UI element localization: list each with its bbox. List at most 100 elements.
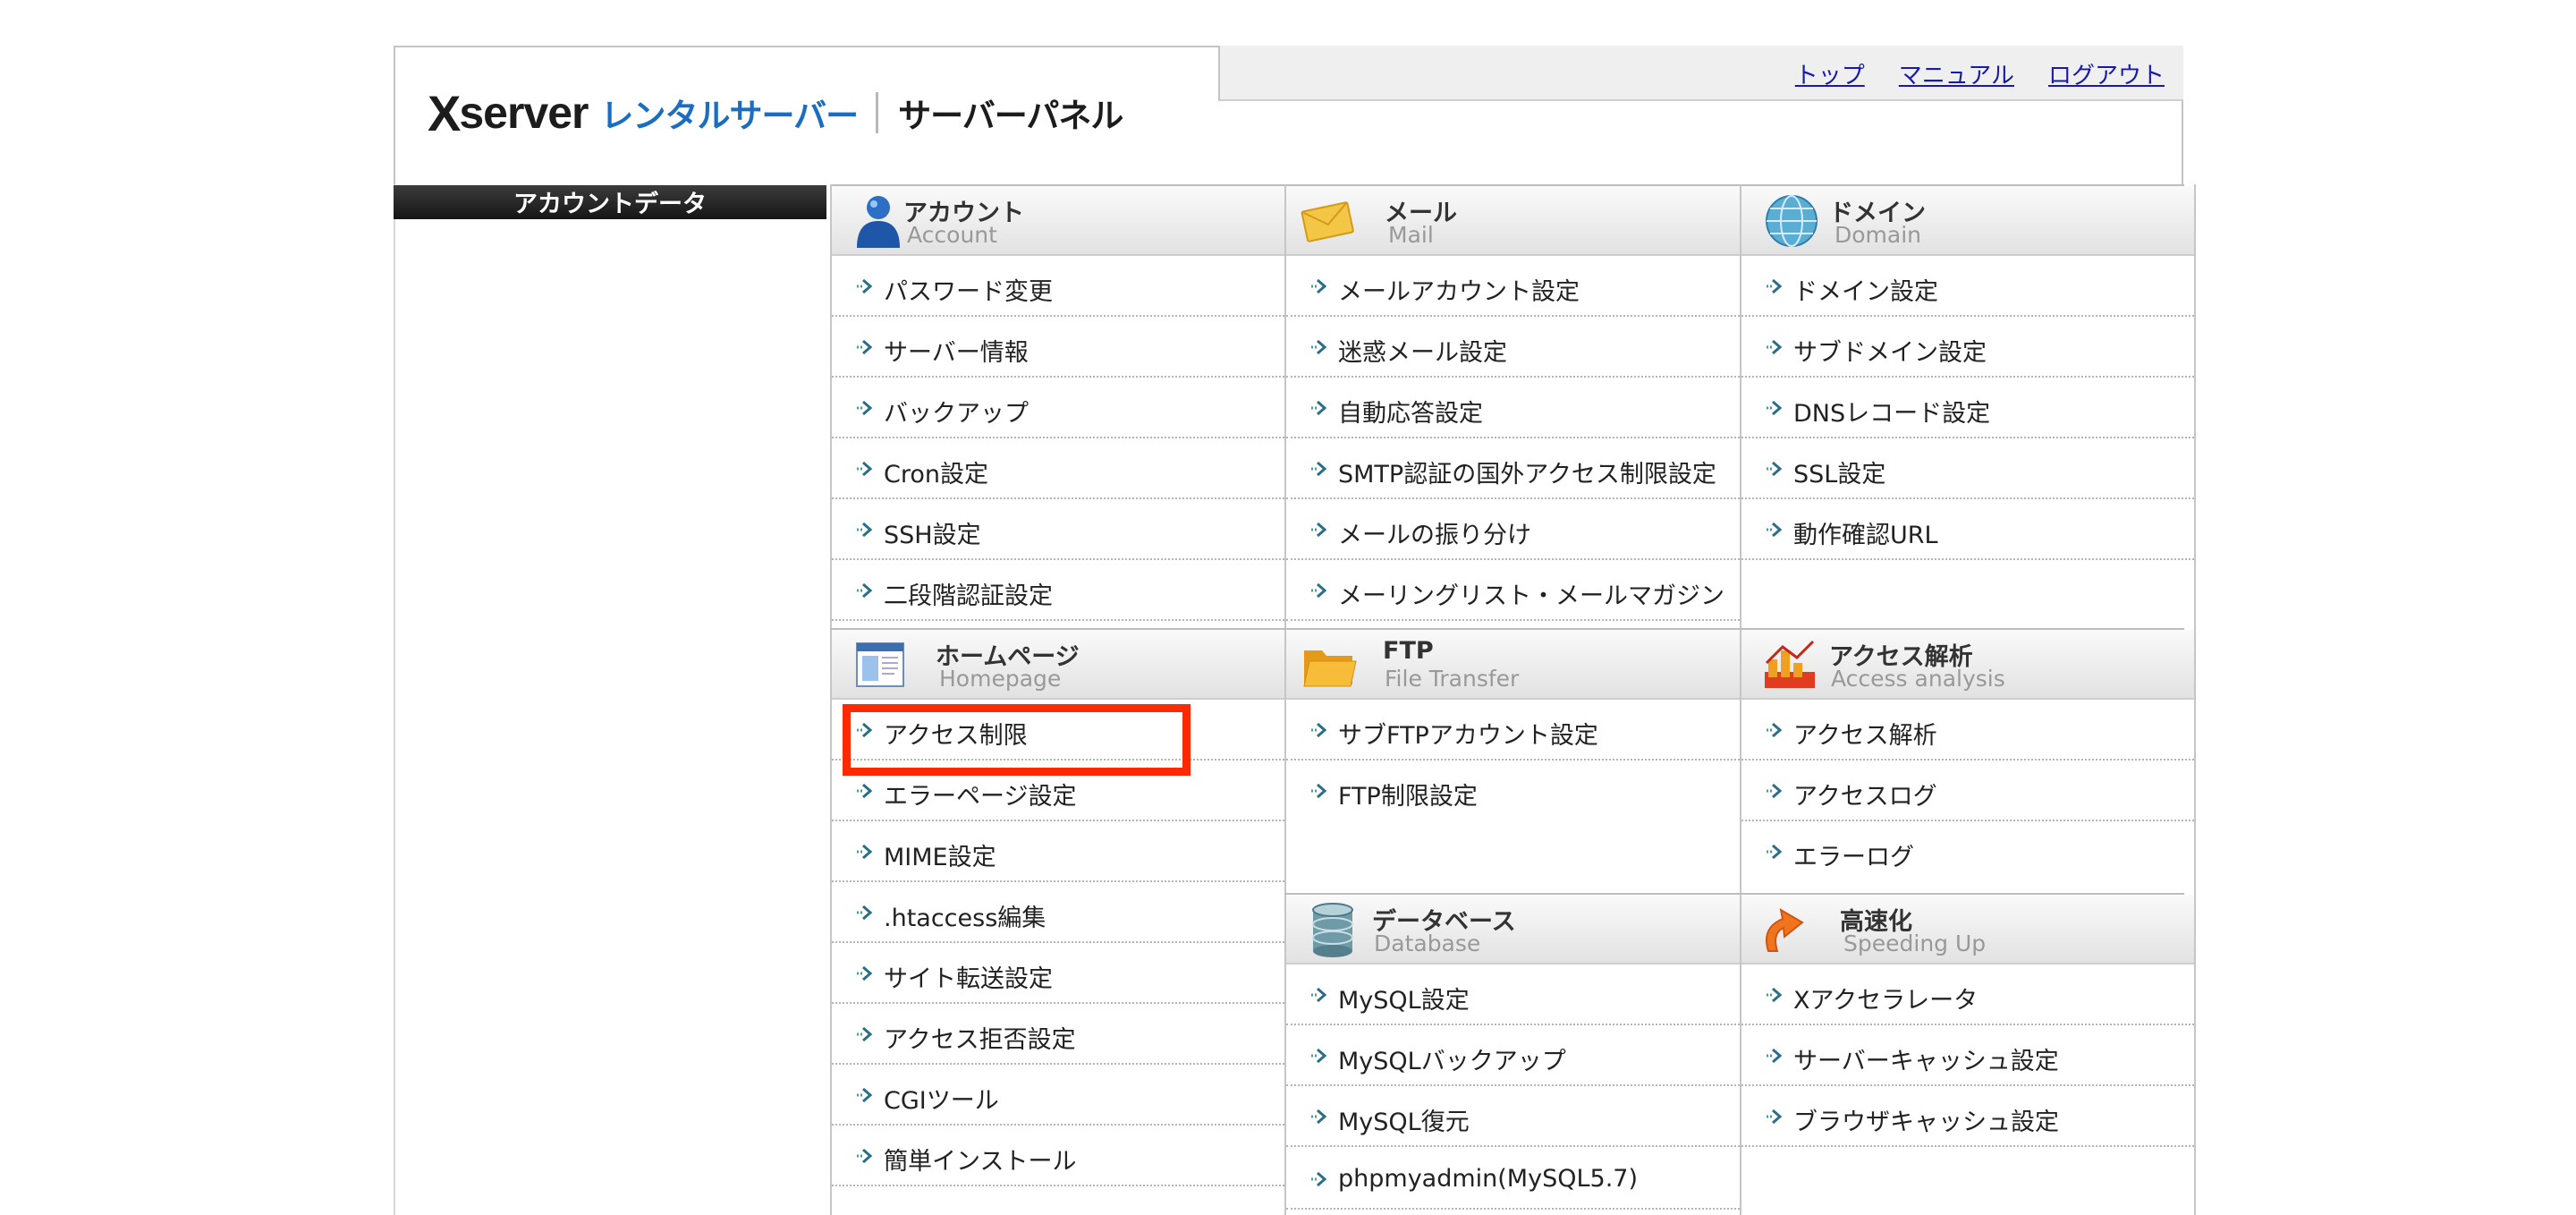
menu-item-label: メールの振り分け <box>1338 522 1531 549</box>
menu-item-label: ドメイン設定 <box>1793 278 1938 306</box>
arrow-icon <box>1767 844 1783 860</box>
arrow-icon <box>857 1026 873 1042</box>
menu-item-label: エラーログ <box>1793 844 1914 871</box>
menu-item-browser-cache[interactable]: ブラウザキャッシュ設定 <box>1741 1086 2194 1147</box>
menu-item-ssh[interactable]: SSH設定 <box>832 499 1284 560</box>
menu-item-label: Cron設定 <box>884 461 988 489</box>
menu-item-mysql-settings[interactable]: MySQL設定 <box>1286 964 1740 1025</box>
arrow-icon <box>1767 339 1783 355</box>
arrow-icon <box>857 965 873 981</box>
menu-item-access-analysis[interactable]: アクセス解析 <box>1741 700 2194 760</box>
menu-item-cgi-tools[interactable]: CGIツール <box>832 1065 1284 1126</box>
menu-item-label: 迷惑メール設定 <box>1338 339 1507 367</box>
arrow-icon <box>1311 522 1327 538</box>
logo-server-panel: サーバーパネル <box>898 97 1123 135</box>
menu-item-label: SSH設定 <box>884 522 981 549</box>
menu-item-mail-filter[interactable]: メールの振り分け <box>1286 499 1740 560</box>
section-access-analysis-header: アクセス解析 Access analysis <box>1741 630 2194 700</box>
menu-item-mime[interactable]: MIME設定 <box>832 821 1284 882</box>
menu-item-label: MIME設定 <box>884 844 996 871</box>
menu-item-access-restriction[interactable]: アクセス制限 <box>832 700 1284 760</box>
section-title: FTP <box>1383 637 1434 665</box>
menu-item-label: アクセス解析 <box>1793 722 1937 750</box>
menu-item-test-url[interactable]: 動作確認URL <box>1741 499 2194 560</box>
menu-item-label: サーバーキャッシュ設定 <box>1793 1048 2059 1075</box>
menu-item-label: メールアカウント設定 <box>1338 278 1580 306</box>
arrow-icon <box>857 905 873 921</box>
section-mail-header: メール Mail <box>1286 186 1740 256</box>
menu-item-mysql-backup[interactable]: MySQLバックアップ <box>1286 1025 1740 1086</box>
menu-item-access-log[interactable]: アクセスログ <box>1741 760 2194 821</box>
arrow-icon <box>857 339 873 355</box>
envelope-icon <box>1301 201 1354 242</box>
menu-item-site-redirect[interactable]: サイト転送設定 <box>832 943 1284 1004</box>
bar-chart-icon <box>1765 640 1815 688</box>
menu-item-phpmyadmin[interactable]: phpmyadmin(MySQL5.7) <box>1286 1149 1740 1210</box>
arrow-icon <box>1767 278 1783 294</box>
menu-item-password-change[interactable]: パスワード変更 <box>832 256 1284 317</box>
menu-item-ftp-restriction[interactable]: FTP制限設定 <box>1286 760 1740 821</box>
arrow-icon <box>1311 582 1327 599</box>
menu-item-x-accelerator[interactable]: Xアクセラレータ <box>1741 964 2194 1025</box>
menu-item-domain-settings[interactable]: ドメイン設定 <box>1741 256 2194 317</box>
menu-item-server-info[interactable]: サーバー情報 <box>832 317 1284 378</box>
arrow-icon <box>1767 522 1783 538</box>
menu-item-easy-install[interactable]: 簡単インストール <box>832 1126 1284 1186</box>
column-divider-4 <box>2194 184 2196 1215</box>
arrow-icon <box>1767 1109 1783 1125</box>
menu-item-error-page[interactable]: エラーページ設定 <box>832 760 1284 821</box>
menu-item-backup[interactable]: バックアップ <box>832 378 1284 438</box>
speed-arrow-icon <box>1766 908 1804 952</box>
arrow-icon <box>857 461 873 477</box>
arrow-icon <box>1311 722 1327 738</box>
menu-item-subdomain[interactable]: サブドメイン設定 <box>1741 317 2194 378</box>
user-icon <box>857 196 900 248</box>
menu-item-cron[interactable]: Cron設定 <box>832 438 1284 499</box>
section-subtitle: Domain <box>1835 222 1922 248</box>
menu-item-two-factor[interactable]: 二段階認証設定 <box>832 560 1284 621</box>
logout-link[interactable]: ログアウト <box>2048 57 2165 90</box>
menu-item-mailing-list[interactable]: メーリングリスト・メールマガジン <box>1286 560 1740 621</box>
arrow-icon <box>857 278 873 294</box>
menu-item-auto-reply[interactable]: 自動応答設定 <box>1286 378 1740 438</box>
menu-item-error-log[interactable]: エラーログ <box>1741 821 2194 882</box>
menu-item-label: サブFTPアカウント設定 <box>1338 722 1598 750</box>
logo-rental-server: レンタルサーバー <box>600 97 860 135</box>
menu-item-label: MySQLバックアップ <box>1338 1048 1566 1075</box>
menu-item-access-deny[interactable]: アクセス拒否設定 <box>832 1004 1284 1065</box>
section-subtitle: Speeding Up <box>1843 930 1987 956</box>
section-domain-header: ドメイン Domain <box>1741 186 2194 256</box>
section-subtitle: Homepage <box>939 666 1062 692</box>
menu-item-htaccess[interactable]: .htaccess編集 <box>832 882 1284 943</box>
menu-item-mail-account[interactable]: メールアカウント設定 <box>1286 256 1740 317</box>
menu-item-label: サイト転送設定 <box>884 965 1053 993</box>
arrow-icon <box>857 582 873 599</box>
arrow-icon <box>1767 400 1783 416</box>
menu-item-smtp-restriction[interactable]: SMTP認証の国外アクセス制限設定 <box>1286 438 1740 499</box>
menu-item-spam-settings[interactable]: 迷惑メール設定 <box>1286 317 1740 378</box>
menu-item-server-cache[interactable]: サーバーキャッシュ設定 <box>1741 1025 2194 1086</box>
menu-item-ssl[interactable]: SSL設定 <box>1741 438 2194 499</box>
arrow-icon <box>1767 722 1783 738</box>
menu-item-label: ブラウザキャッシュ設定 <box>1793 1109 2059 1136</box>
arrow-icon <box>1767 1048 1783 1064</box>
xserver-logo: X server レンタルサーバー サーバーパネル <box>428 85 1123 141</box>
menu-item-label: メーリングリスト・メールマガジン <box>1338 582 1724 610</box>
arrow-icon <box>857 522 873 538</box>
arrow-icon <box>857 722 873 738</box>
menu-item-sub-ftp-account[interactable]: サブFTPアカウント設定 <box>1286 700 1740 760</box>
menu-item-dns-record[interactable]: DNSレコード設定 <box>1741 378 2194 438</box>
globe-icon <box>1766 195 1818 247</box>
menu-item-label: バックアップ <box>884 400 1029 428</box>
menu-item-label: エラーページ設定 <box>884 783 1077 811</box>
arrow-icon <box>857 400 873 416</box>
arrow-icon <box>1311 1048 1327 1064</box>
top-link[interactable]: トップ <box>1795 57 1865 90</box>
arrow-icon <box>857 1148 873 1164</box>
menu-item-mysql-restore[interactable]: MySQL復元 <box>1286 1086 1740 1147</box>
menu-item-label: SMTP認証の国外アクセス制限設定 <box>1338 461 1716 489</box>
section-database-header: データベース Database <box>1286 895 1740 964</box>
manual-link[interactable]: マニュアル <box>1899 57 2014 90</box>
webpage-icon <box>856 642 904 687</box>
arrow-icon <box>1311 783 1327 799</box>
